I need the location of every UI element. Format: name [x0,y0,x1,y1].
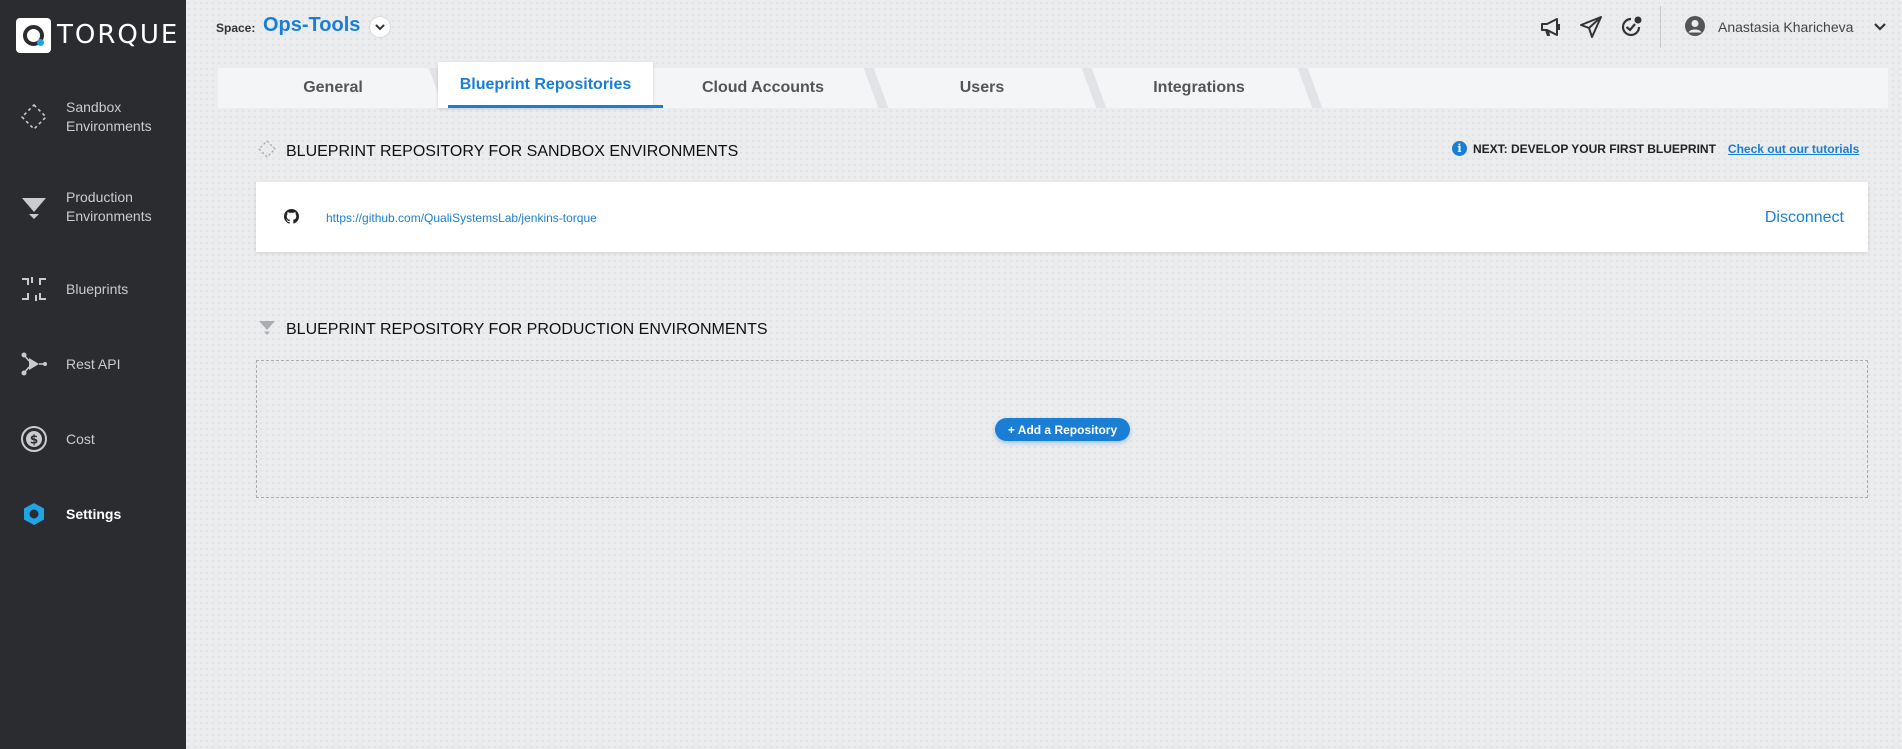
blueprints-icon [20,275,48,303]
section-title: BLUEPRINT REPOSITORY FOR SANDBOX ENVIRON… [286,142,739,160]
tutorials-link[interactable]: Check out our tutorials [1728,142,1859,156]
sidebar-item-label: Blueprints [66,280,129,297]
sandbox-icon [258,140,276,163]
tab-integrations[interactable]: Integrations [1091,68,1323,108]
space-label: Space: [216,21,256,35]
add-repository-button[interactable]: + Add a Repository [995,418,1130,441]
production-icon [20,193,48,221]
sidebar-item-label: Production Environments [66,189,152,224]
top-bar: Space: Ops-Tools Anastasia Kharicheva [186,0,1902,54]
tab-label: Cloud Accounts [701,79,825,96]
sandbox-repository-card: https://github.com/QualiSystemsLab/jenki… [256,182,1868,252]
sidebar-item-cost[interactable]: $ Cost [0,409,186,469]
notifications-icon[interactable] [1618,14,1644,40]
active-tab-underline [448,105,663,108]
sidebar-item-label: Settings [66,505,122,522]
sidebar-item-blueprints[interactable]: Blueprints [0,259,186,319]
next-step-hint: i NEXT: DEVELOP YOUR FIRST BLUEPRINT Che… [1452,141,1859,156]
github-icon [284,209,299,229]
section-title: BLUEPRINT REPOSITORY FOR PRODUCTION ENVI… [286,320,768,338]
sidebar-item-production-environments[interactable]: Production Environments [0,177,186,237]
rest-api-icon [20,350,48,378]
topbar-divider [1660,6,1661,48]
user-name[interactable]: Anastasia Kharicheva [1718,19,1853,35]
next-step-text: NEXT: DEVELOP YOUR FIRST BLUEPRINT [1473,141,1716,156]
sidebar-item-label: Cost [66,430,95,447]
brand-name: TORQUE [57,20,180,50]
tab-label: Users [959,79,1005,96]
sandbox-section-header: BLUEPRINT REPOSITORY FOR SANDBOX ENVIRON… [258,140,738,163]
avatar[interactable] [1684,15,1706,42]
torque-logo[interactable]: TORQUE [16,17,180,53]
production-section-header: BLUEPRINT REPOSITORY FOR PRODUCTION ENVI… [258,318,768,341]
cost-icon: $ [20,425,48,453]
info-icon: i [1452,141,1467,156]
tab-label: Blueprint Repositories [459,76,632,93]
sandbox-icon [20,103,48,131]
sidebar-item-settings[interactable]: Settings [0,484,186,544]
megaphone-icon[interactable] [1538,14,1564,40]
chevron-down-icon[interactable] [369,16,391,38]
svg-text:$: $ [30,433,38,447]
tab-label: Integrations [1153,79,1245,96]
settings-icon [20,500,48,528]
sidebar: TORQUE Sandbox Environments Production E… [0,0,186,749]
tab-general[interactable]: General [228,68,454,108]
tab-users[interactable]: Users [873,68,1107,108]
sidebar-item-label: Rest API [66,355,121,372]
send-icon[interactable] [1578,14,1604,40]
repository-url-link[interactable]: https://github.com/QualiSystemsLab/jenki… [326,211,597,225]
disconnect-button[interactable]: Disconnect [1765,209,1844,227]
sidebar-item-sandbox-environments[interactable]: Sandbox Environments [0,87,186,147]
sidebar-item-rest-api[interactable]: Rest API [0,334,186,394]
sidebar-item-label: Sandbox Environments [66,99,152,134]
production-icon [258,318,276,341]
settings-tabs: General Blueprint Repositories Cloud Acc… [218,62,1888,108]
space-selector[interactable]: Ops-Tools [263,14,360,37]
tab-blueprint-repositories[interactable]: Blueprint Repositories [438,62,663,108]
torque-logo-icon [16,17,51,53]
tab-label: General [303,79,363,96]
user-menu-chevron-icon[interactable] [1872,18,1888,39]
tab-cloud-accounts[interactable]: Cloud Accounts [653,68,889,108]
